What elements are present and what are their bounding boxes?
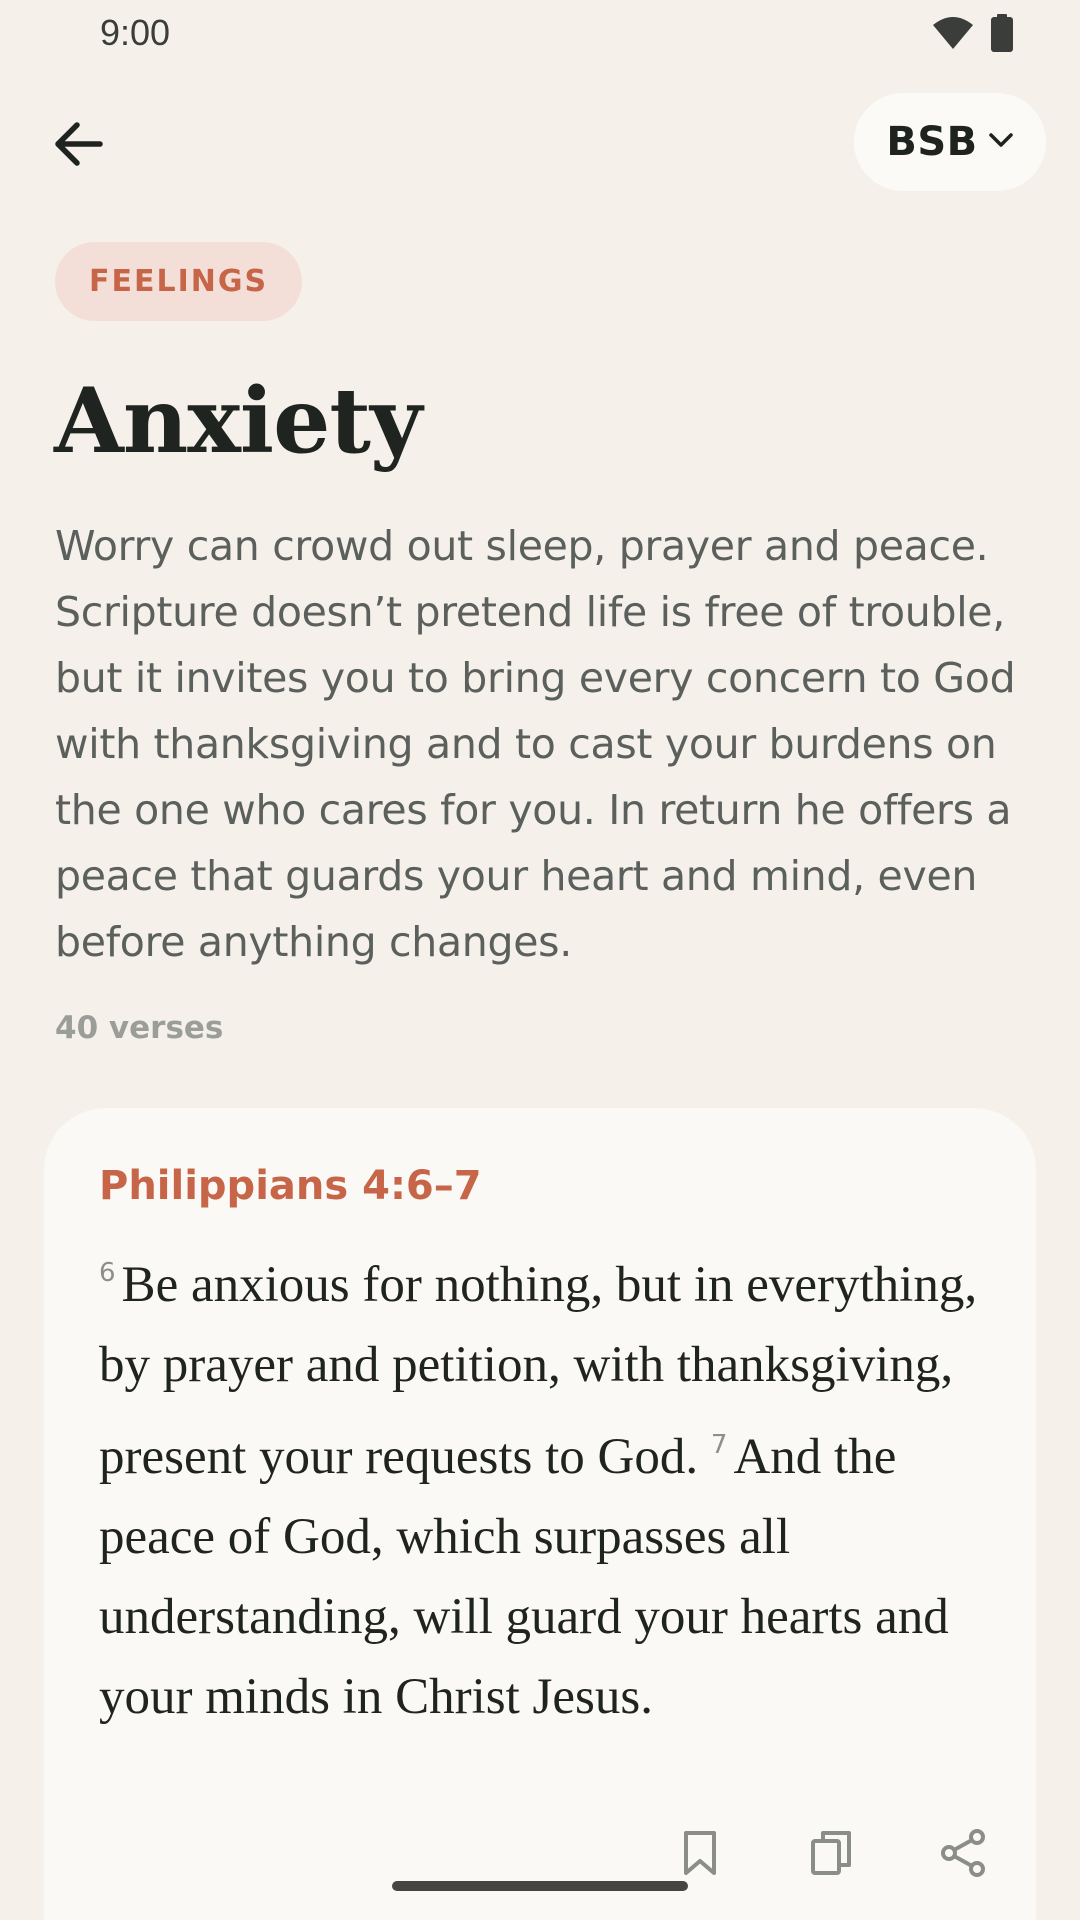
version-label: BSB [886, 119, 978, 165]
share-icon [939, 1828, 987, 1883]
status-time: 9:00 [100, 12, 171, 53]
copy-icon [809, 1829, 853, 1882]
category-chip: FEELINGS [55, 242, 303, 321]
category-label: FEELINGS [89, 264, 269, 299]
arrow-left-icon [53, 121, 103, 172]
verse-text: 6 Be anxious for nothing, but in everythi… [99, 1233, 999, 1737]
verse-count: 40 verses [55, 1010, 224, 1046]
status-icons [932, 14, 1014, 52]
bible-version-button[interactable]: BSB [854, 93, 1046, 191]
share-button[interactable] [928, 1820, 998, 1890]
bookmark-icon [680, 1829, 720, 1882]
page-title: Anxiety [54, 368, 422, 474]
verse-actions [644, 1820, 1024, 1890]
bookmark-button[interactable] [665, 1820, 735, 1890]
verse-reference[interactable]: Philippians 4:6–7 [99, 1163, 482, 1209]
chevron-down-icon [988, 131, 1014, 154]
verse-number: 7 [710, 1430, 728, 1460]
verse-number: 6 [99, 1258, 116, 1288]
home-indicator[interactable] [392, 1881, 688, 1891]
battery-icon [990, 14, 1014, 52]
wifi-icon [932, 15, 974, 51]
copy-button[interactable] [796, 1820, 866, 1890]
topic-description: Worry can crowd out sleep, prayer and pe… [55, 522, 1016, 966]
back-button[interactable] [40, 108, 116, 184]
status-bar: 9:00 [0, 0, 1080, 66]
verse-card[interactable]: Philippians 4:6–7 6 Be anxious for nothin… [44, 1108, 1036, 1920]
